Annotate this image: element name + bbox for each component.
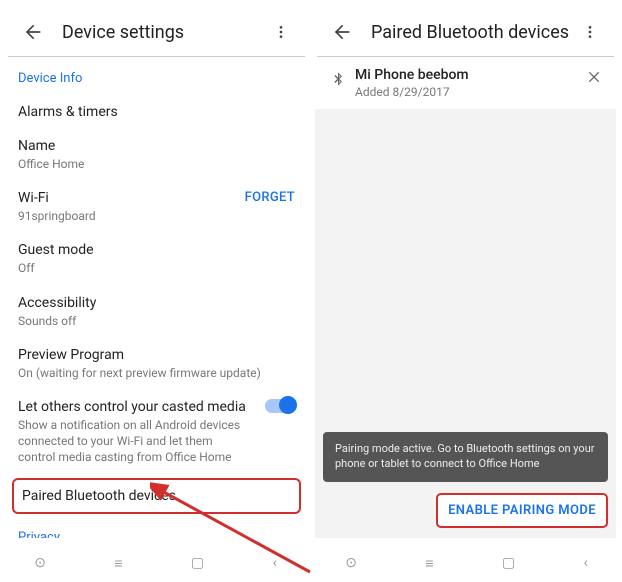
screen-device-settings: Device settings Device Info Alarms & tim…: [6, 8, 307, 538]
more-icon[interactable]: [263, 14, 299, 50]
page-title: Device settings: [62, 22, 263, 43]
cast-control-label: Let others control your casted media: [18, 399, 251, 415]
enable-pairing-highlight: ENABLE PAIRING MODE: [436, 493, 608, 528]
enable-pairing-button[interactable]: ENABLE PAIRING MODE: [436, 493, 608, 528]
pairing-toast: Pairing mode active. Go to Bluetooth set…: [323, 432, 608, 482]
paired-device-sub: Added 8/29/2017: [355, 85, 582, 99]
preview-program-row[interactable]: Preview Program On (waiting for next pre…: [6, 339, 307, 391]
paired-bluetooth-highlight: Paired Bluetooth devices: [12, 478, 301, 514]
screen-paired-devices: Paired Bluetooth devices Mi Phone beebom…: [315, 8, 616, 538]
accessibility-value: Sounds off: [18, 313, 295, 329]
guest-mode-value: Off: [18, 260, 295, 276]
privacy-link[interactable]: Privacy: [6, 516, 307, 539]
page-title: Paired Bluetooth devices: [371, 22, 572, 43]
name-label: Name: [18, 138, 295, 154]
wifi-forget-button[interactable]: FORGET: [245, 190, 295, 205]
paired-device-row[interactable]: Mi Phone beebom Added 8/29/2017: [315, 57, 616, 109]
paired-content: Mi Phone beebom Added 8/29/2017 Pairing …: [315, 57, 616, 538]
nav-home-icon[interactable]: ▢: [502, 555, 515, 571]
alarms-row[interactable]: Alarms & timers: [6, 96, 307, 130]
guest-mode-label: Guest mode: [18, 242, 295, 258]
back-icon[interactable]: [14, 14, 50, 50]
bluetooth-icon: [325, 67, 351, 89]
nav-home-icon[interactable]: ▢: [191, 555, 204, 571]
close-icon[interactable]: [582, 67, 606, 91]
cast-control-toggle[interactable]: [265, 399, 295, 413]
device-info-link[interactable]: Device Info: [6, 57, 307, 96]
accessibility-label: Accessibility: [18, 295, 295, 311]
paired-device-name: Mi Phone beebom: [355, 67, 582, 83]
nav-menu-icon[interactable]: ≡: [114, 555, 122, 572]
paired-bluetooth-row[interactable]: Paired Bluetooth devices: [14, 480, 299, 512]
name-row[interactable]: Name Office Home: [6, 130, 307, 182]
more-icon[interactable]: [572, 14, 608, 50]
android-navbar: ⊙ ≡ ▢ ‹ ⊙ ≡ ▢ ‹: [0, 546, 622, 580]
back-icon[interactable]: [323, 14, 359, 50]
cast-control-value: Show a notification on all Android devic…: [18, 417, 251, 466]
nav-back-icon[interactable]: ‹: [273, 555, 277, 571]
settings-content: Device Info Alarms & timers Name Office …: [6, 57, 307, 538]
nav-overview-icon[interactable]: ⊙: [34, 555, 46, 571]
appbar-left: Device settings: [6, 8, 307, 56]
wifi-row[interactable]: Wi-Fi 91springboard FORGET: [6, 182, 307, 234]
cast-control-row[interactable]: Let others control your casted media Sho…: [6, 391, 307, 476]
paired-bluetooth-label: Paired Bluetooth devices: [22, 488, 291, 504]
appbar-right: Paired Bluetooth devices: [315, 8, 616, 56]
accessibility-row[interactable]: Accessibility Sounds off: [6, 287, 307, 339]
preview-program-value: On (waiting for next preview firmware up…: [18, 365, 295, 381]
nav-back-icon[interactable]: ‹: [584, 555, 588, 571]
guest-mode-row[interactable]: Guest mode Off: [6, 234, 307, 286]
nav-menu-icon[interactable]: ≡: [425, 555, 433, 572]
alarms-label: Alarms & timers: [18, 104, 295, 120]
preview-program-label: Preview Program: [18, 347, 295, 363]
wifi-value: 91springboard: [18, 208, 295, 224]
paired-device-text: Mi Phone beebom Added 8/29/2017: [351, 67, 582, 99]
nav-overview-icon[interactable]: ⊙: [345, 555, 357, 571]
name-value: Office Home: [18, 156, 295, 172]
